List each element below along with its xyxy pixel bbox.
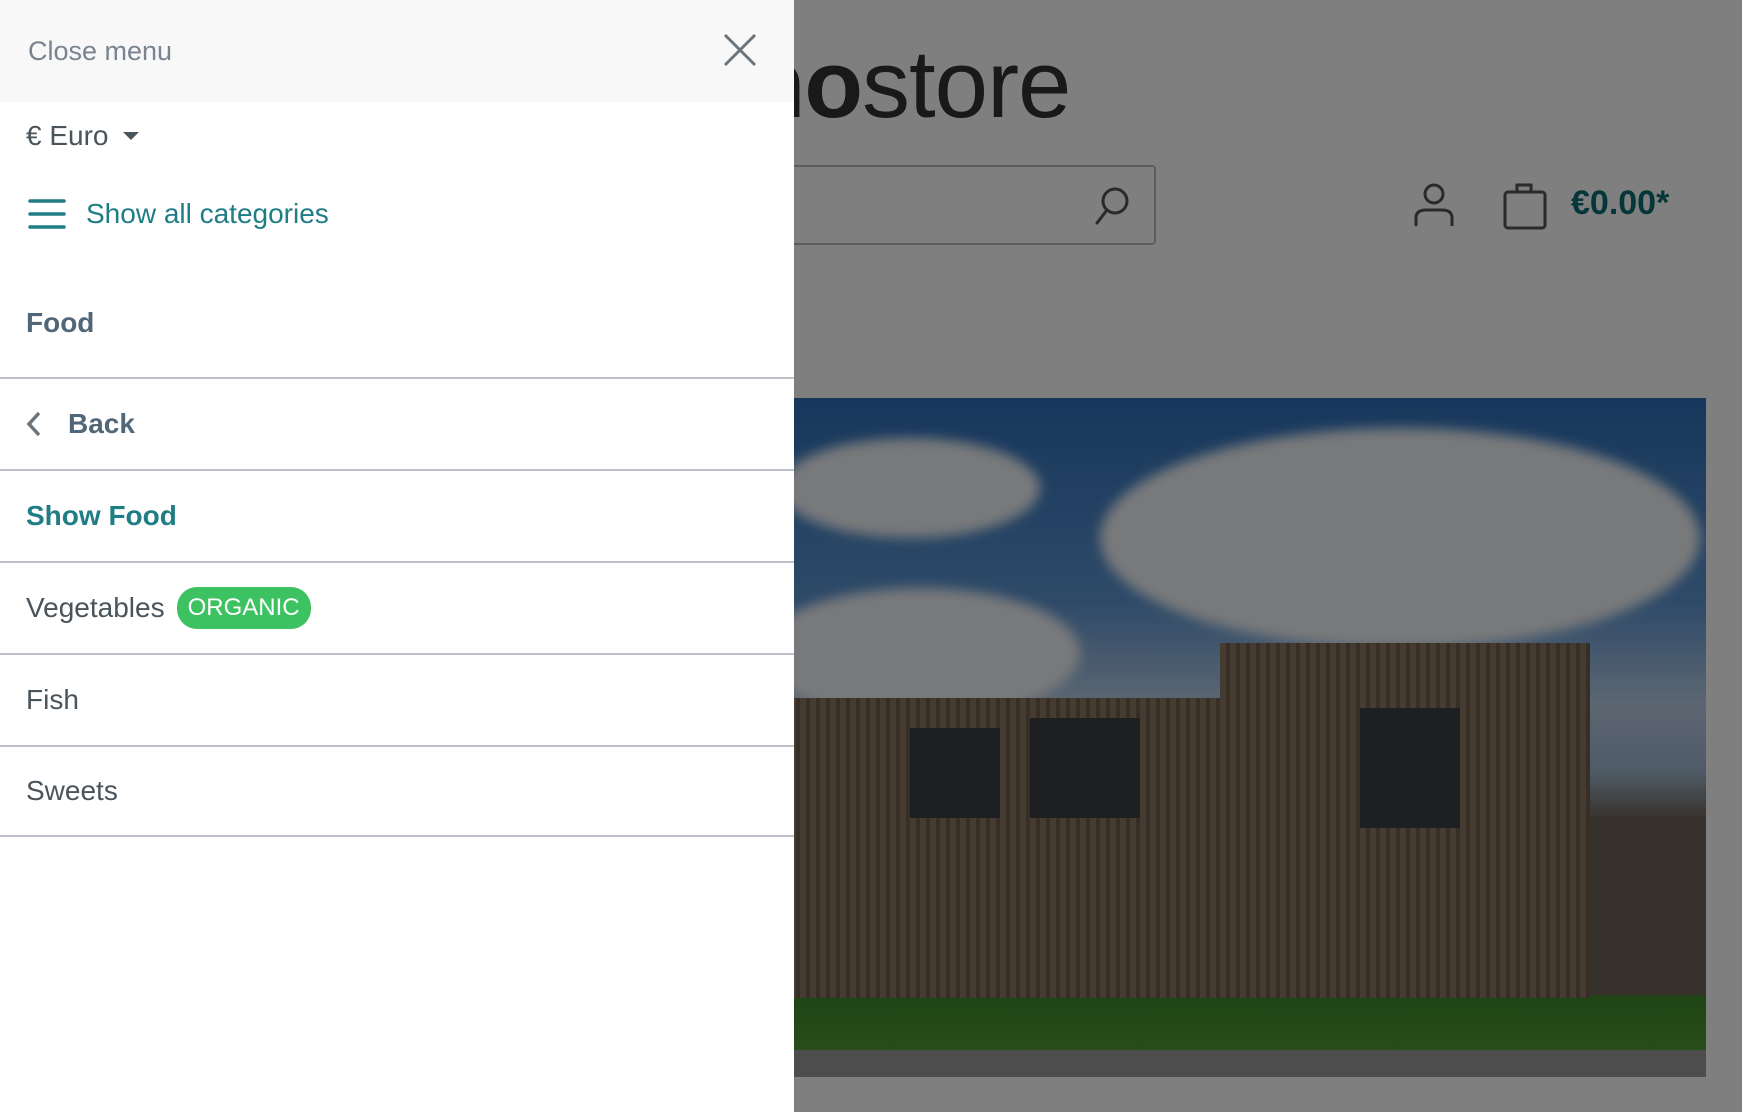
offcanvas-menu: Close menu € Euro Show all categories Fo…	[0, 0, 794, 1112]
menu-item-label: Vegetables	[26, 592, 165, 623]
chevron-left-icon	[26, 411, 41, 437]
back-button[interactable]: Back	[0, 377, 794, 469]
menu-item-label: Sweets	[26, 775, 118, 806]
caret-down-icon	[122, 132, 139, 140]
organic-badge: ORGANIC	[176, 587, 311, 629]
hamburger-icon	[28, 199, 66, 229]
show-category-label: Show Food	[26, 500, 177, 531]
show-all-categories-label: Show all categories	[86, 198, 329, 229]
menu-item-sweets[interactable]: Sweets	[0, 745, 794, 837]
show-all-categories-button[interactable]: Show all categories	[28, 198, 329, 230]
close-icon[interactable]	[722, 32, 758, 68]
current-category-title: Food	[26, 307, 95, 338]
menu-item-fish[interactable]: Fish	[0, 653, 794, 745]
close-menu-label[interactable]: Close menu	[28, 36, 172, 67]
currency-dropdown[interactable]: € Euro	[26, 120, 139, 152]
back-label: Back	[68, 408, 135, 439]
menu-header: Close menu	[0, 0, 794, 102]
show-category-link[interactable]: Show Food	[0, 469, 794, 561]
currency-value: € Euro	[26, 120, 109, 151]
menu-item-vegetables[interactable]: Vegetables ORGANIC	[0, 561, 794, 653]
menu-item-label: Fish	[26, 684, 79, 715]
